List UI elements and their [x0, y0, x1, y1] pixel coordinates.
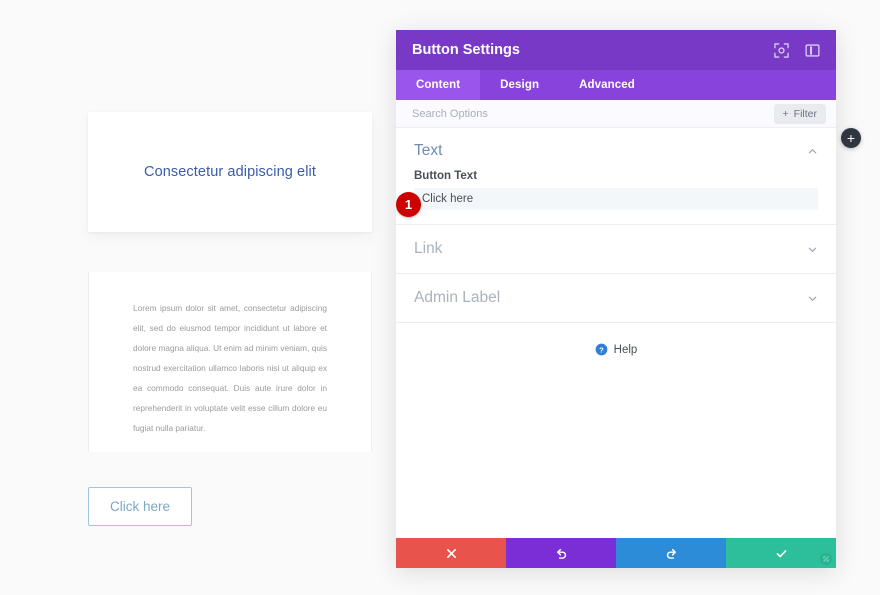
cancel-button[interactable]: [396, 538, 506, 568]
modal-header-icons: [774, 42, 820, 58]
resize-handle-icon[interactable]: [819, 552, 833, 566]
button-text-field-group: Button Text 1: [396, 170, 836, 224]
focus-icon[interactable]: [774, 42, 789, 58]
body-paragraph: Lorem ipsum dolor sit amet, consectetur …: [133, 303, 327, 433]
redo-button[interactable]: [616, 538, 726, 568]
help-icon: ?: [595, 343, 608, 356]
modal-footer: [396, 538, 836, 568]
panel-layout-icon[interactable]: [805, 43, 820, 58]
section-title-admin-label: Admin Label: [414, 289, 501, 306]
undo-icon: [556, 548, 566, 559]
help-link[interactable]: ? Help: [396, 323, 836, 376]
section-header-text[interactable]: Text: [396, 128, 836, 170]
chevron-down-icon[interactable]: [807, 244, 818, 255]
hero-card: Consectetur adipiscing elit: [88, 112, 372, 232]
modal-title: Button Settings: [412, 42, 520, 58]
tab-content[interactable]: Content: [396, 70, 481, 100]
button-text-label: Button Text: [414, 170, 478, 182]
hero-title: Consectetur adipiscing elit: [144, 164, 316, 180]
modal-tabs: Content Design Advanced: [396, 70, 836, 100]
section-title-text: Text: [414, 142, 443, 159]
filter-button-label: Filter: [793, 107, 817, 120]
button-text-input[interactable]: [414, 188, 818, 210]
redo-icon: [666, 548, 676, 559]
chevron-up-icon[interactable]: [807, 146, 818, 157]
screen: Consectetur adipiscing elit Lorem ipsum …: [0, 0, 880, 595]
svg-text:?: ?: [599, 345, 604, 354]
add-module-button[interactable]: +: [841, 128, 861, 148]
button-settings-modal: Button Settings Content Design Advanced …: [396, 30, 836, 568]
modal-body: Text Button Text 1 Link Ad: [396, 128, 836, 538]
undo-button[interactable]: [506, 538, 616, 568]
tab-advanced[interactable]: Advanced: [559, 70, 655, 100]
chevron-down-icon[interactable]: [807, 293, 818, 304]
tab-design[interactable]: Design: [480, 70, 559, 100]
check-icon: [776, 549, 786, 557]
search-options-row: + Filter: [396, 100, 836, 128]
plus-icon: +: [782, 107, 789, 120]
search-options-input[interactable]: [412, 107, 774, 120]
section-header-link[interactable]: Link: [396, 225, 836, 273]
section-header-admin-label[interactable]: Admin Label: [396, 274, 836, 322]
modal-header: Button Settings: [396, 30, 836, 70]
body-text-card: Lorem ipsum dolor sit amet, consectetur …: [88, 272, 372, 452]
filter-button[interactable]: + Filter: [773, 103, 826, 124]
help-label: Help: [613, 343, 638, 356]
step-badge-1: 1: [396, 192, 421, 217]
preview-click-here-button[interactable]: Click here: [88, 487, 193, 526]
section-title-link: Link: [414, 240, 443, 257]
close-icon: [446, 548, 456, 558]
page-preview-canvas: Consectetur adipiscing elit Lorem ipsum …: [0, 0, 396, 595]
